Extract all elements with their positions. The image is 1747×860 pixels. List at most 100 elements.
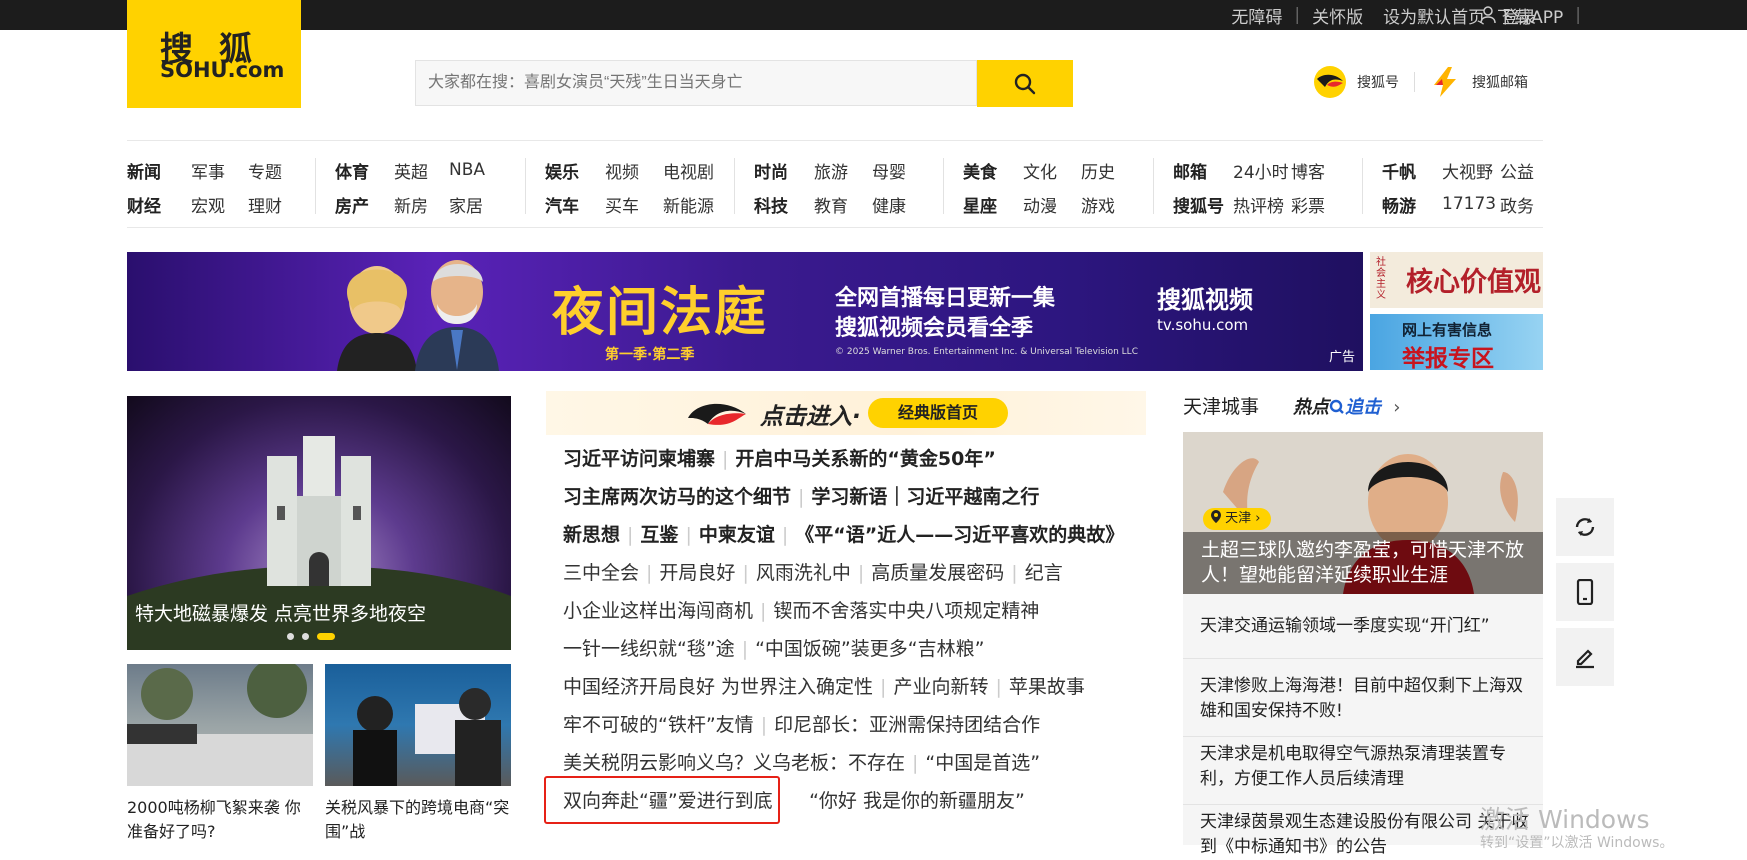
nav-link[interactable]: 娱乐 xyxy=(545,158,579,183)
nav-link[interactable]: 文化 xyxy=(1023,158,1057,183)
headline-link[interactable]: “中国是首选” xyxy=(925,752,1040,774)
headline-link[interactable]: 中国经济开局良好 为世界注入确定性 xyxy=(563,676,873,698)
nav-link[interactable]: 公益 xyxy=(1500,158,1534,183)
nav-link[interactable]: 17173 xyxy=(1442,194,1496,214)
nav-link[interactable]: 健康 xyxy=(872,192,906,217)
headline-link[interactable]: 产业向新转 xyxy=(893,676,988,698)
chevron-right-icon: › xyxy=(1393,397,1401,418)
nav-link[interactable]: 博客 xyxy=(1291,158,1325,183)
nav-link[interactable]: 宏观 xyxy=(191,192,225,217)
accessibility-link[interactable]: 无障碍 xyxy=(1225,3,1288,28)
nav-link[interactable]: 新能源 xyxy=(663,192,714,217)
nav-link[interactable]: 理财 xyxy=(248,192,282,217)
classic-version-entry[interactable]: 点击进入· 经典版首页 xyxy=(546,391,1146,435)
search-input[interactable] xyxy=(416,61,976,105)
nav-link[interactable]: NBA xyxy=(449,160,485,180)
news-thumb-1[interactable] xyxy=(127,658,313,786)
nav-link[interactable]: 美食 xyxy=(963,158,997,183)
nav-link[interactable]: 电视剧 xyxy=(663,158,714,183)
headline-link[interactable]: 习近平访问柬埔寨 xyxy=(563,448,715,470)
nav-link[interactable]: 汽车 xyxy=(545,192,579,217)
nav-link[interactable]: 科技 xyxy=(754,192,788,217)
report-zone-ad[interactable]: 网上有害信息 举报专区 xyxy=(1370,314,1543,372)
sohu-logo[interactable]: 搜狐 SOHU.com xyxy=(127,0,301,108)
headline-link[interactable]: 三中全会 xyxy=(563,562,639,584)
nav-link[interactable]: 彩票 xyxy=(1291,192,1325,217)
nav-link[interactable]: 星座 xyxy=(963,192,997,217)
slide-dot[interactable] xyxy=(287,633,294,640)
feedback-button[interactable] xyxy=(1556,628,1614,686)
headline-link[interactable]: 苹果故事 xyxy=(1009,676,1085,698)
nav-link[interactable]: 家居 xyxy=(449,192,483,217)
nav-link[interactable]: 体育 xyxy=(335,158,369,183)
tianjin-feature-image[interactable]: 天津 › 土超三球队邀约李盈莹，可惜天津不放人！望她能留洋延续职业生涯 xyxy=(1183,432,1543,594)
care-mode-link[interactable]: 关怀版 xyxy=(1306,3,1369,28)
slide-dot[interactable] xyxy=(302,633,309,640)
mobile-button[interactable] xyxy=(1556,563,1614,621)
list-item[interactable]: 天津求是机电取得空气源热泵清理装置专利，方便工作人员后续清理 xyxy=(1200,742,1530,792)
headline-link[interactable]: 小企业这样出海闯商机 xyxy=(563,600,753,622)
headline-link[interactable]: 纪言 xyxy=(1025,562,1063,584)
nav-link[interactable]: 专题 xyxy=(248,158,282,183)
tianjin-section-title[interactable]: 天津城事 xyxy=(1183,392,1259,419)
list-item[interactable]: 天津交通运输领域一季度实现“开门红” xyxy=(1200,614,1530,639)
headline-link[interactable]: “你好 我是你的新疆朋友” xyxy=(793,790,1025,812)
nav-link[interactable]: 新闻 xyxy=(127,158,161,183)
sohuhao-link[interactable]: 搜狐号 xyxy=(1313,64,1399,100)
nav-link[interactable]: 政务 xyxy=(1500,192,1534,217)
headline-link[interactable]: 互鉴 xyxy=(640,524,678,546)
hot-pursuit-link[interactable]: 热点 追击 › xyxy=(1293,393,1400,419)
headline-link[interactable]: 一针一线织就“毯”途 xyxy=(563,638,735,660)
headline-link[interactable]: 锲而不舍落实中央八项规定精神 xyxy=(773,600,1039,622)
headline-link[interactable]: 美关税阴云影响义乌？义乌老板：不存在 xyxy=(563,752,905,774)
nav-link[interactable]: 历史 xyxy=(1081,158,1115,183)
headline-link[interactable]: 印尼部长：亚洲需保持团结合作 xyxy=(774,714,1040,736)
hero-slide[interactable]: 特大地磁暴爆发 点亮世界多地夜空 xyxy=(127,396,511,650)
headline-link[interactable]: 开启中马关系新的“黄金50年” xyxy=(735,448,995,470)
nav-link[interactable]: 教育 xyxy=(814,192,848,217)
refresh-button[interactable] xyxy=(1556,498,1614,556)
nav-link[interactable]: 动漫 xyxy=(1023,192,1057,217)
nav-link[interactable]: 搜狐号 xyxy=(1173,192,1224,217)
core-values-ad[interactable]: 社会主义 核心价值观 xyxy=(1370,252,1543,308)
headline-link[interactable]: 习主席两次访马的这个细节 xyxy=(563,486,791,508)
nav-link[interactable]: 母婴 xyxy=(872,158,906,183)
headline-link[interactable]: 牢不可破的“铁杆”友情 xyxy=(563,714,754,736)
nav-link[interactable]: 房产 xyxy=(335,192,369,217)
nav-link[interactable]: 军事 xyxy=(191,158,225,183)
nav-link[interactable]: 视频 xyxy=(605,158,639,183)
nav-link[interactable]: 邮箱 xyxy=(1173,158,1207,183)
headline-link[interactable]: 中柬友谊 xyxy=(699,524,775,546)
nav-link[interactable]: 旅游 xyxy=(814,158,848,183)
headline-link[interactable]: 风雨洗礼中 xyxy=(756,562,851,584)
headline-link[interactable]: “中国饭碗”装更多“吉林粮” xyxy=(755,638,984,660)
headline-link[interactable]: 《平“语”近人——习近平喜欢的典故》 xyxy=(795,524,1124,546)
nav-link[interactable]: 24小时 xyxy=(1233,158,1289,183)
nav-link[interactable]: 千帆 xyxy=(1382,158,1416,183)
slide-dot-active[interactable] xyxy=(317,633,335,640)
nav-link[interactable]: 热评榜 xyxy=(1233,192,1284,217)
headline-link[interactable]: 学习新语｜习近平越南之行 xyxy=(811,486,1039,508)
news-thumb-2[interactable] xyxy=(325,664,511,786)
nav-link[interactable]: 时尚 xyxy=(754,158,788,183)
headline-link[interactable]: 开局良好 xyxy=(659,562,735,584)
location-tag[interactable]: 天津 › xyxy=(1203,508,1271,530)
nav-link[interactable]: 畅游 xyxy=(1382,192,1416,217)
nav-link[interactable]: 新房 xyxy=(394,192,428,217)
search-button[interactable] xyxy=(977,60,1073,107)
nav-link[interactable]: 英超 xyxy=(394,158,428,183)
classic-homepage-button[interactable]: 经典版首页 xyxy=(868,398,1008,428)
news-thumb-2-caption[interactable]: 关税风暴下的跨境电商“突围”战 xyxy=(325,796,511,844)
headline-link[interactable]: 新思想 xyxy=(563,524,620,546)
headline-link[interactable]: 高质量发展密码 xyxy=(871,562,1004,584)
banner-ad[interactable]: 夜间法庭 第一季·第二季 全网首播每日更新一集 搜狐视频会员看全季 © 2025… xyxy=(127,252,1363,371)
login-link[interactable]: 登录 xyxy=(1480,0,1536,30)
nav-link[interactable]: 大视野 xyxy=(1442,158,1493,183)
list-item[interactable]: 天津惨败上海海港！目前中超仅剩下上海双雄和国安保持不败! xyxy=(1200,674,1530,724)
nav-link[interactable]: 财经 xyxy=(127,192,161,217)
nav-link[interactable]: 游戏 xyxy=(1081,192,1115,217)
sohu-mail-link[interactable]: 搜狐邮箱 xyxy=(1428,64,1528,100)
set-homepage-link[interactable]: 设为默认首页 xyxy=(1369,3,1491,28)
news-thumb-1-caption[interactable]: 2000吨杨柳飞絮来袭 你准备好了吗? xyxy=(127,796,313,844)
nav-link[interactable]: 买车 xyxy=(605,192,639,217)
